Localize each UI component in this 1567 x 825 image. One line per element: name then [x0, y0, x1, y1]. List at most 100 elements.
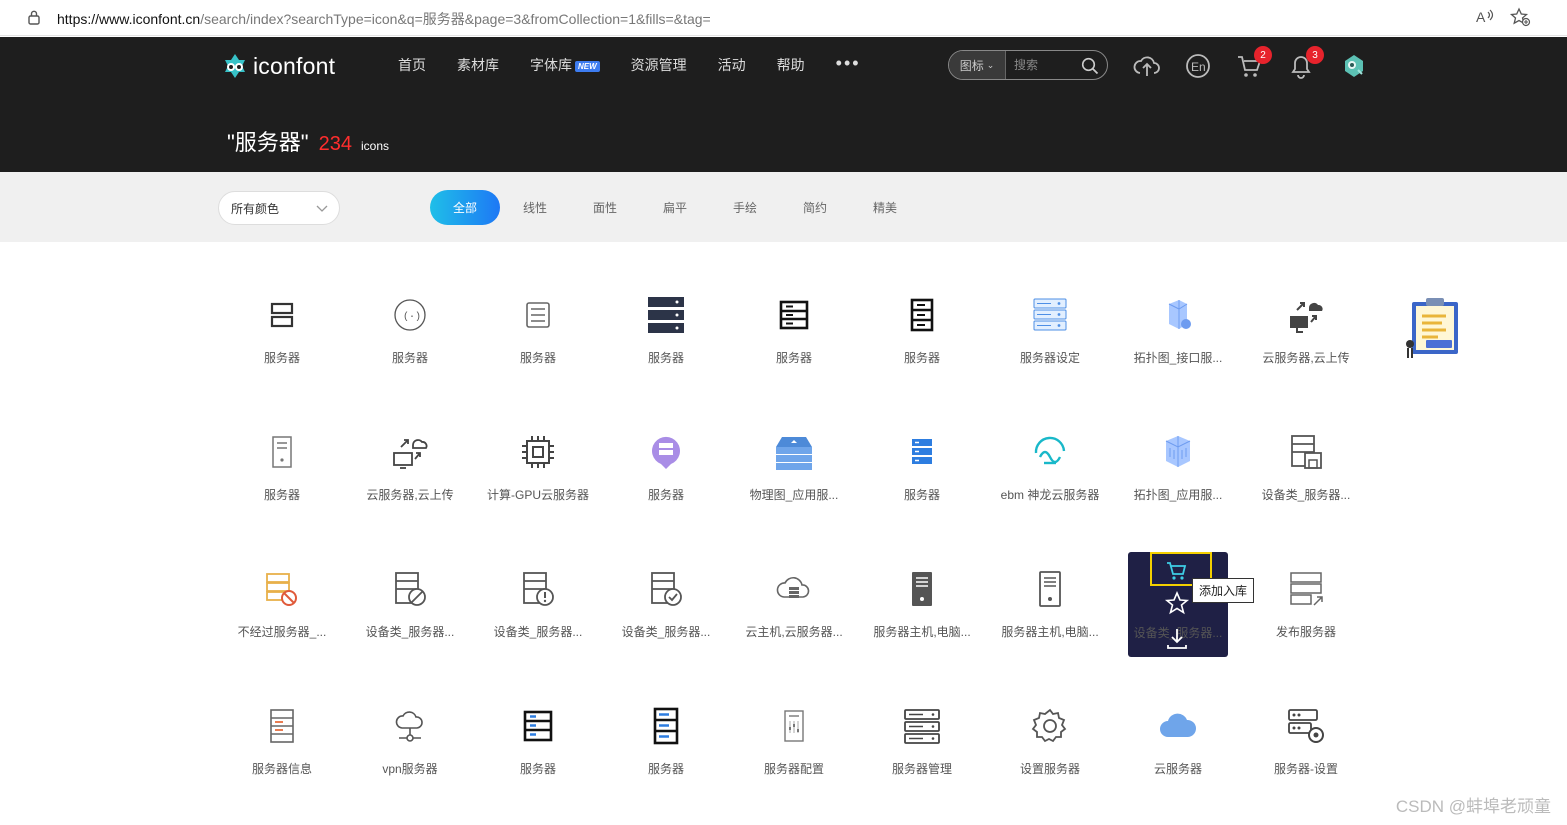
tab-all[interactable]: 全部 [430, 190, 500, 225]
nav-activity[interactable]: 活动 [718, 55, 746, 75]
search-type-select[interactable]: 图标 ⌄ [949, 51, 1006, 79]
icon-card[interactable]: 服务器 [474, 673, 602, 793]
server-rack-icon [648, 297, 684, 333]
icon-card[interactable]: 服务器 [218, 262, 346, 382]
filter-bar: 所有颜色 全部 线性 面性 扁平 手绘 简约 精美 [0, 172, 1567, 242]
search-icon[interactable] [1081, 57, 1099, 75]
vpn-server-icon [395, 711, 423, 742]
server-settings-gear-icon [1288, 709, 1324, 743]
svg-text:En: En [1191, 60, 1206, 74]
icon-row: 不经过服务器_... 设备类_服务器... 设备类_服务器... 设备类_服务器… [218, 536, 1498, 666]
icon-card[interactable]: 服务器配置 [730, 673, 858, 793]
icon-card[interactable]: 计算-GPU云服务器 [474, 399, 602, 519]
icon-card[interactable]: 服务器 [858, 262, 986, 382]
server-pin-icon [652, 436, 680, 469]
language-en-icon[interactable]: En [1184, 52, 1212, 80]
icon-card[interactable]: 云服务器,云上传 [346, 399, 474, 519]
icon-card[interactable]: 拓扑图_应用服... [1114, 399, 1242, 519]
svg-text:A: A [1476, 9, 1486, 25]
ebm-dragon-server-icon [1034, 436, 1066, 465]
icon-card[interactable]: 服务器管理 [858, 673, 986, 793]
icon-card[interactable]: ebm 神龙云服务器 [986, 399, 1114, 519]
icon-card[interactable]: 云服务器,云上传 [1242, 262, 1370, 382]
icon-card[interactable]: 设置服务器 [986, 673, 1114, 793]
star-icon[interactable] [1164, 591, 1190, 617]
server-info-icon [270, 709, 294, 743]
download-icon[interactable] [1164, 626, 1190, 652]
server-tower-blue-icon [653, 707, 679, 745]
icon-card[interactable]: 发布服务器 [1242, 536, 1370, 656]
nav-home[interactable]: 首页 [398, 55, 426, 75]
color-select[interactable]: 所有颜色 [218, 191, 340, 225]
icon-card[interactable]: 不经过服务器_... [218, 536, 346, 656]
icon-card[interactable] [1370, 262, 1498, 382]
watermark: CSDN @蚌埠老顽童 [1395, 797, 1551, 816]
icon-card[interactable]: 云服务器 [1114, 673, 1242, 793]
icon-card[interactable]: (·) 服务器 [346, 262, 474, 382]
notification-button[interactable]: 3 [1287, 46, 1324, 80]
icon-card[interactable]: 物理图_应用服... [730, 399, 858, 519]
icon-card[interactable]: 服务器信息 [218, 673, 346, 793]
icon-card[interactable]: 服务器 [602, 673, 730, 793]
icon-card[interactable]: 设备类_服务器... [1242, 399, 1370, 519]
url-field[interactable]: https://www.iconfont.cn/search/index?sea… [57, 9, 711, 29]
icon-card[interactable]: 设备类_服务器... [474, 536, 602, 656]
main-nav: 首页 素材库 字体库 NEW 资源管理 活动 帮助 ••• [382, 53, 861, 75]
topology-app-server-icon [1165, 436, 1191, 467]
search-box: 图标 ⌄ [948, 50, 1108, 80]
device-server-block-icon [395, 572, 426, 606]
site-logo[interactable]: iconfont [221, 51, 335, 81]
tab-handdrawn[interactable]: 手绘 [710, 190, 780, 225]
icon-card[interactable]: 服务器-设置 [1242, 673, 1370, 793]
tab-simple[interactable]: 简约 [780, 190, 850, 225]
icon-card[interactable]: 设备类_服务器... [602, 536, 730, 656]
nav-resource-manage[interactable]: 资源管理 [631, 55, 687, 75]
user-avatar[interactable] [1340, 52, 1368, 80]
server-host-outline-icon [1039, 571, 1061, 607]
upload-cloud-icon[interactable] [1133, 52, 1161, 80]
iconfont-logo-icon [225, 54, 245, 78]
icon-card[interactable]: 服务器 [602, 262, 730, 382]
tab-fill[interactable]: 面性 [570, 190, 640, 225]
read-aloud-icon[interactable]: A [1474, 7, 1496, 27]
cloud-host-server-icon [776, 577, 810, 598]
search-input[interactable] [1014, 58, 1084, 72]
icon-card[interactable]: 服务器 [602, 399, 730, 519]
icon-card[interactable]: 设备类_服务器... [346, 536, 474, 656]
cart-count-badge: 2 [1254, 46, 1272, 64]
result-unit: icons [361, 139, 390, 153]
server-circle-icon: (·) [394, 299, 426, 331]
tab-line[interactable]: 线性 [500, 190, 570, 225]
favorite-star-icon[interactable] [1509, 7, 1531, 27]
icon-card[interactable]: 服务器 [730, 262, 858, 382]
result-title: "服务器" 234 icons [227, 125, 389, 157]
publish-server-icon [1290, 572, 1323, 606]
server-forbidden-icon [266, 573, 297, 606]
chevron-down-icon [316, 205, 328, 212]
icon-card[interactable]: 服务器设定 [986, 262, 1114, 382]
icon-card[interactable]: 服务器 [474, 262, 602, 382]
tab-flat[interactable]: 扁平 [640, 190, 710, 225]
icon-card[interactable]: 拓扑图_接口服... [1114, 262, 1242, 382]
result-count: 234 [318, 133, 352, 155]
icon-card[interactable]: 服务器 [858, 399, 986, 519]
style-tabs: 全部 线性 面性 扁平 手绘 简约 精美 [430, 190, 920, 225]
icon-card[interactable]: 服务器主机,电脑... [986, 536, 1114, 656]
lock-icon [28, 10, 40, 25]
nav-help[interactable]: 帮助 [777, 55, 805, 75]
server-tower-outline-icon [272, 436, 292, 468]
cart-button[interactable]: 2 [1235, 46, 1272, 80]
tab-exquisite[interactable]: 精美 [850, 190, 920, 225]
icon-card[interactable]: 服务器主机,电脑... [858, 536, 986, 656]
nav-fonts[interactable]: 字体库 NEW [530, 55, 600, 75]
server-tower-icon [910, 298, 934, 332]
add-to-library-tooltip: 添加入库 [1192, 578, 1255, 603]
icon-card[interactable]: 云主机,云服务器... [730, 536, 858, 656]
cloud-upload-server-icon [1290, 302, 1323, 333]
server-management-icon [904, 709, 940, 744]
icon-row: 服务器信息 vpn服务器 服务器 服务器 服务器配置 服务器管理 设置服务器 云… [218, 673, 1498, 803]
more-icon[interactable]: ••• [836, 53, 861, 74]
icon-card[interactable]: vpn服务器 [346, 673, 474, 793]
icon-card[interactable]: 服务器 [218, 399, 346, 519]
nav-materials[interactable]: 素材库 [457, 55, 499, 75]
